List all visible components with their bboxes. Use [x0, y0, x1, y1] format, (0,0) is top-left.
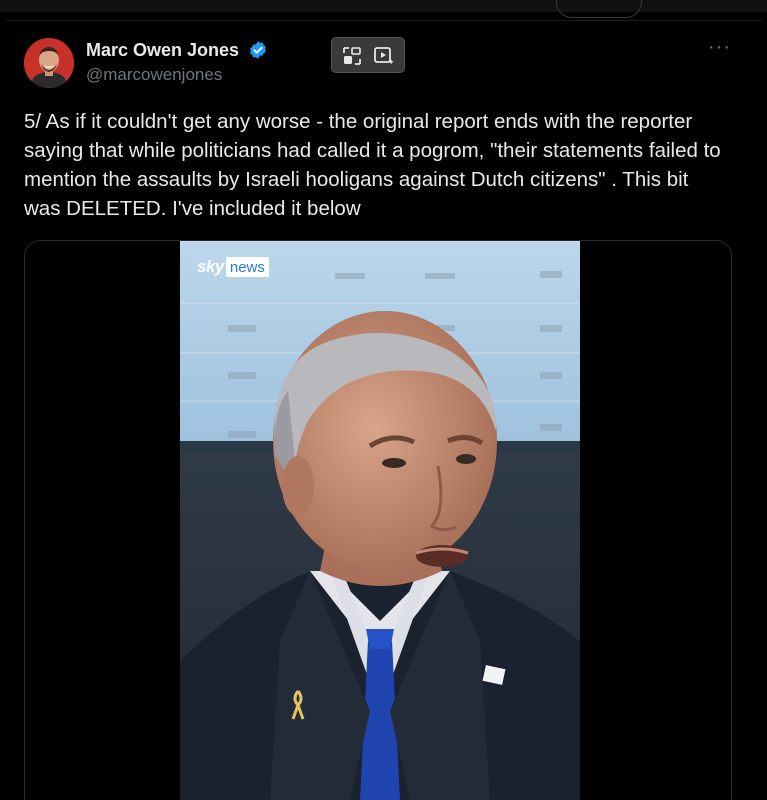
top-pill-button[interactable] — [556, 0, 642, 18]
video-still-image — [180, 241, 580, 800]
tweet-text: 5/ As if it couldn't get any worse - the… — [24, 110, 721, 220]
avatar-image — [24, 38, 74, 88]
video-sparkle-icon[interactable] — [372, 44, 396, 68]
sky-logo-text: sky — [197, 257, 224, 276]
media-controls-chip — [331, 37, 405, 73]
author-handle[interactable]: @marcowenjones — [86, 65, 222, 85]
author-avatar[interactable] — [24, 38, 74, 88]
news-logo-text: news — [225, 257, 269, 277]
more-options-icon[interactable]: ··· — [708, 36, 731, 59]
media-container[interactable]: sky news — [24, 240, 732, 800]
picture-in-picture-icon[interactable] — [340, 44, 364, 68]
video-frame[interactable]: sky news — [180, 241, 580, 800]
verified-badge-icon — [250, 41, 266, 59]
author-name[interactable]: Marc Owen Jones — [86, 40, 239, 61]
sky-news-logo: sky news — [197, 256, 269, 278]
top-strip — [0, 0, 767, 12]
